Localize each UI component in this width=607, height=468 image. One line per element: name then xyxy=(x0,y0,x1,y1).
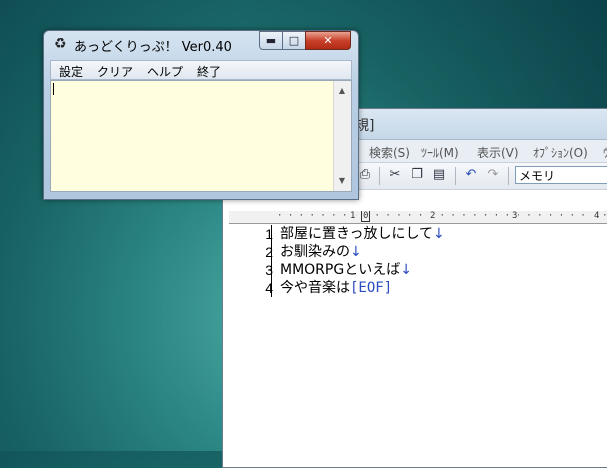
print-icon[interactable]: ⎙ xyxy=(357,167,373,183)
clip-window-title: あっどくりっぷ！ Ver0.40 xyxy=(74,40,232,55)
paste-icon[interactable]: ▤ xyxy=(431,167,447,183)
text-line: 4 今や音楽は[EOF] xyxy=(229,279,607,297)
editor-text-area[interactable]: 1 部屋に置きっ放しにして↓ 2 お馴染みの↓ 3 MMORPGといえば↓ 4 … xyxy=(229,225,607,297)
menu-tools[interactable]: ﾂｰﾙ(M) xyxy=(421,144,459,161)
line-number: 3 xyxy=(265,262,273,278)
clip-window[interactable]: ♻ あっどくりっぷ！ Ver0.40 ▬ □ ✕ 設定 クリア ヘルプ 終了 ▲… xyxy=(43,30,359,200)
font-selector[interactable]: メモリ xyxy=(515,166,607,184)
text-caret xyxy=(53,83,54,95)
redo-icon[interactable]: ↷ xyxy=(485,167,501,183)
eof-marker: [EOF] xyxy=(350,280,393,296)
scroll-down-icon[interactable]: ▼ xyxy=(334,173,350,189)
line-number: 4 xyxy=(265,280,273,296)
trash-can-icon: ♻ xyxy=(54,36,67,52)
copy-icon[interactable]: ❐ xyxy=(409,167,425,183)
vertical-scrollbar[interactable]: ▲ ▼ xyxy=(333,81,351,191)
line-text: お馴染みの↓ xyxy=(280,244,362,260)
scroll-up-icon[interactable]: ▲ xyxy=(334,83,350,99)
line-number: 1 xyxy=(265,226,273,242)
undo-icon[interactable]: ↶ xyxy=(463,167,479,183)
line-text: 今や音楽は[EOF] xyxy=(280,280,393,296)
text-line: 1 部屋に置きっ放しにして↓ xyxy=(229,225,607,243)
menu-search[interactable]: 検索(S) xyxy=(369,144,410,161)
text-line: 3 MMORPGといえば↓ xyxy=(229,261,607,279)
clip-text-area[interactable]: ▲ ▼ xyxy=(50,80,352,192)
menu-view[interactable]: 表示(V) xyxy=(477,144,519,161)
menu-window[interactable]: ｳ xyxy=(603,144,607,161)
maximize-button[interactable]: □ xyxy=(282,31,306,50)
close-button[interactable]: ✕ xyxy=(305,31,351,50)
menu-help[interactable]: ヘルプ xyxy=(147,63,183,80)
line-text: MMORPGといえば↓ xyxy=(280,262,412,278)
toolbar-separator xyxy=(379,167,380,185)
cut-icon[interactable]: ✂ xyxy=(387,167,403,183)
minimize-button[interactable]: ▬ xyxy=(259,31,283,50)
toolbar-separator xyxy=(508,167,509,185)
menu-options[interactable]: ｵﾌﾟｼｮﾝ(O) xyxy=(533,144,588,161)
text-line: 2 お馴染みの↓ xyxy=(229,243,607,261)
menu-clear[interactable]: クリア xyxy=(97,63,133,80)
line-text: 部屋に置きっ放しにして↓ xyxy=(280,226,445,242)
clip-menu-bar: 設定 クリア ヘルプ 終了 xyxy=(50,60,352,80)
toolbar-separator xyxy=(455,167,456,185)
line-number: 2 xyxy=(265,244,273,260)
ruler: · · · · · · · · · · · · · · · · · · · · … xyxy=(229,211,607,224)
menu-settings[interactable]: 設定 xyxy=(59,63,83,80)
menu-exit[interactable]: 終了 xyxy=(197,63,221,80)
